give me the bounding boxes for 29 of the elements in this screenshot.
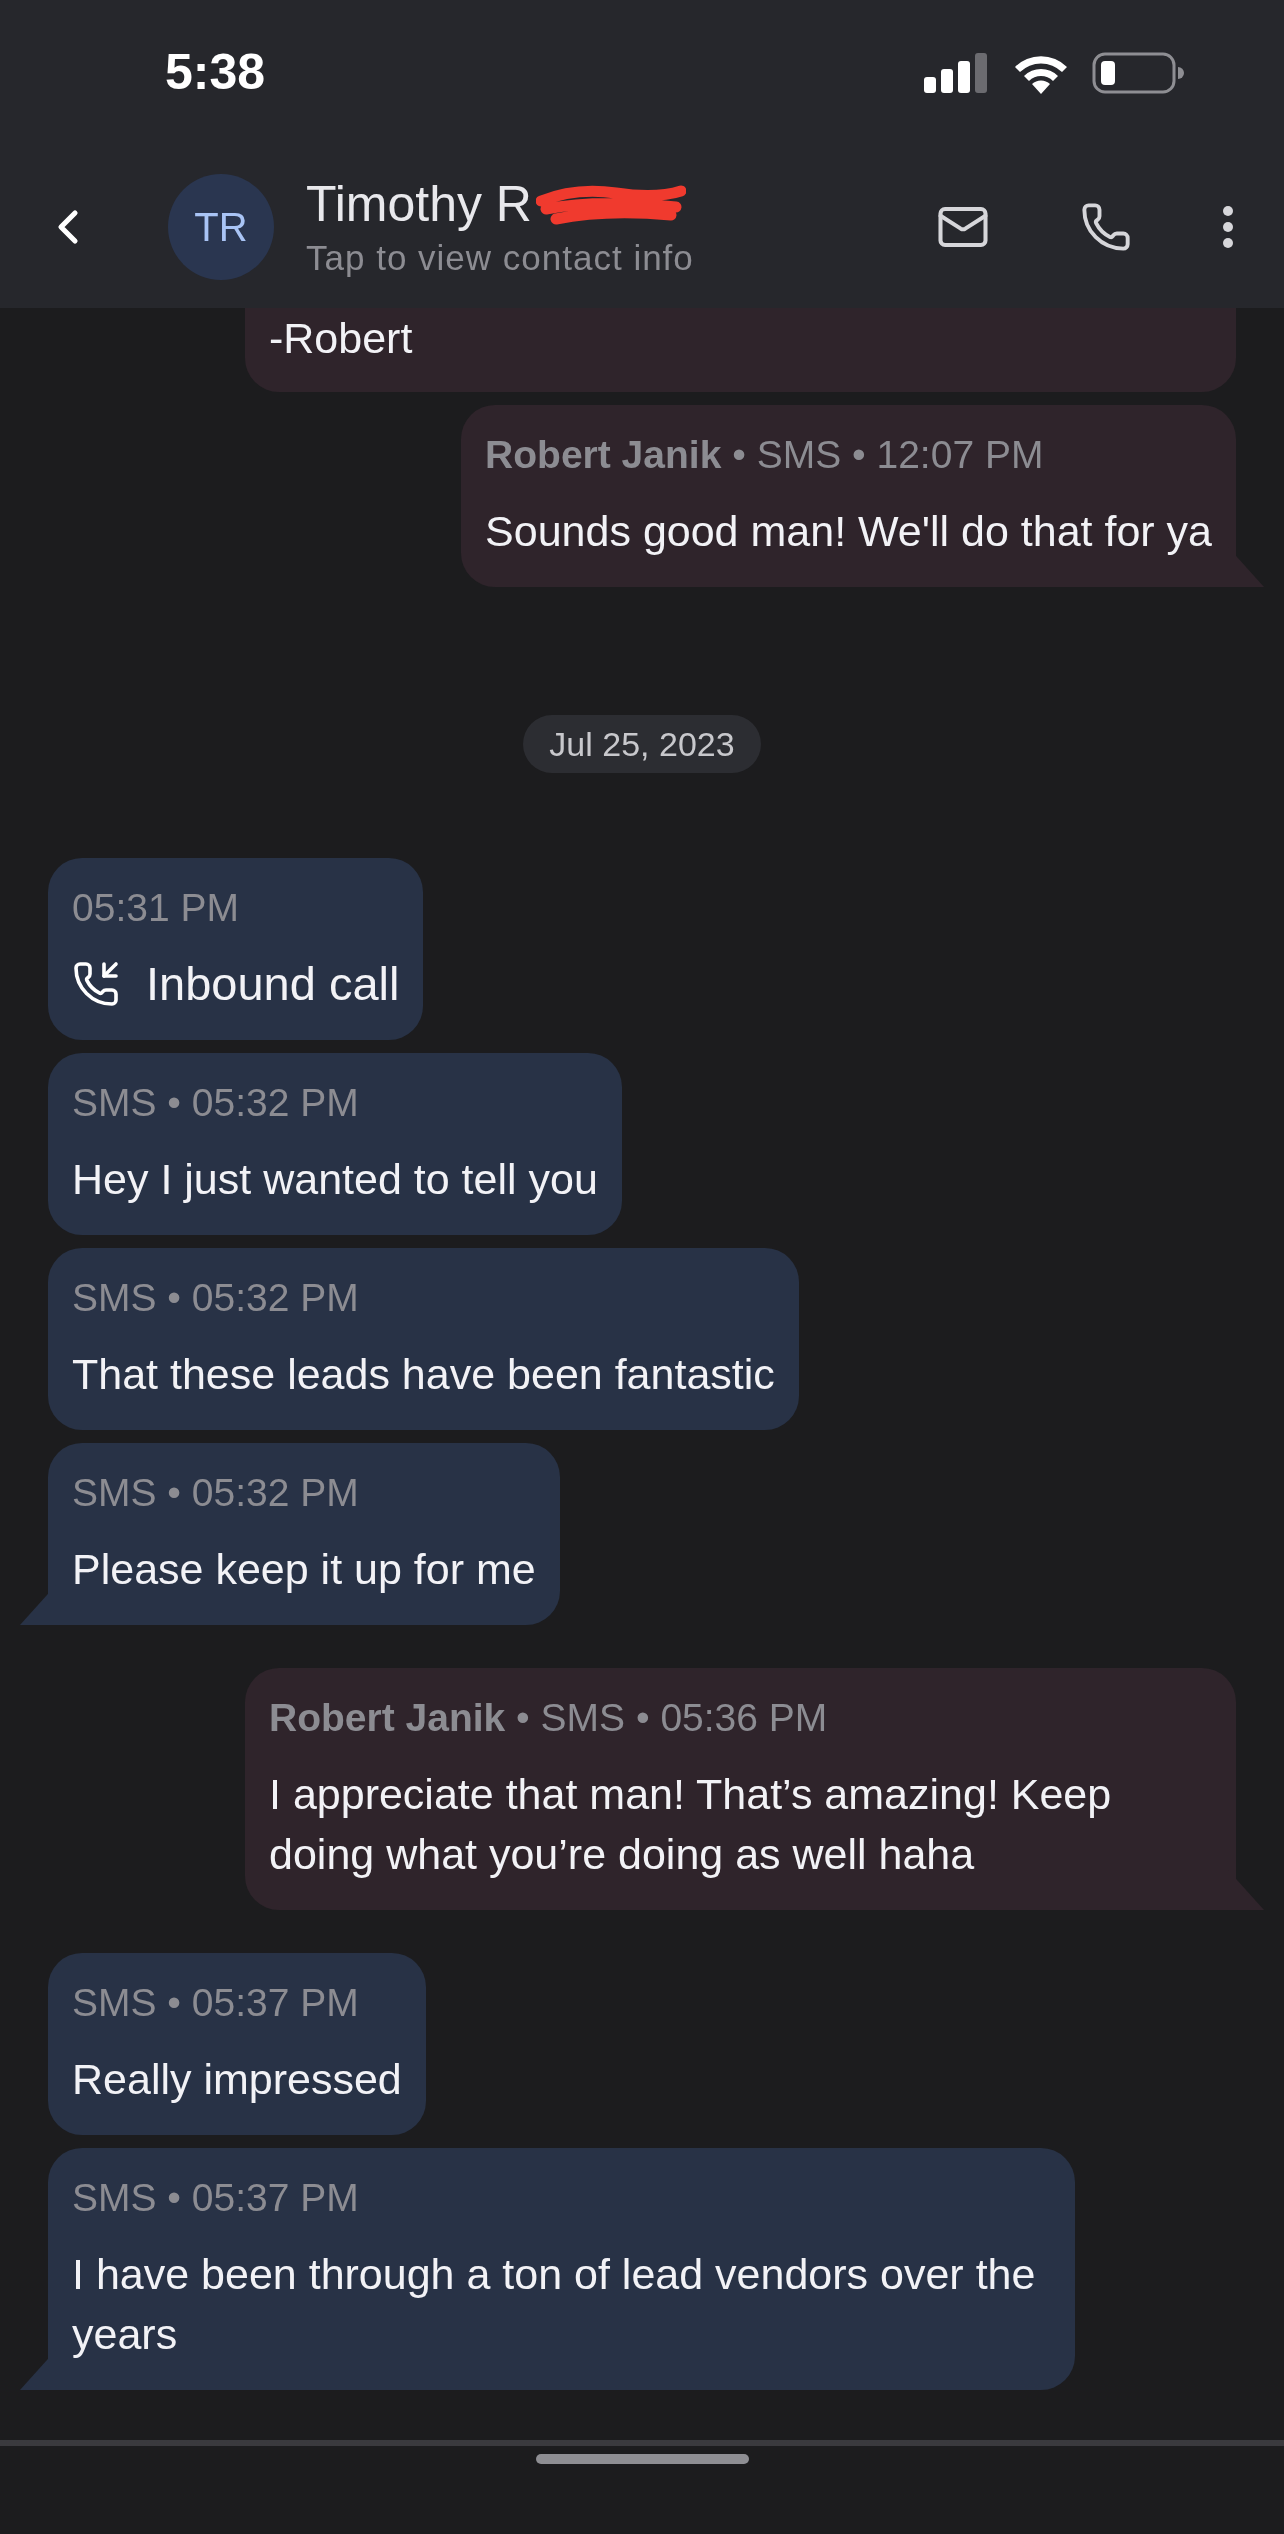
- contact-name[interactable]: Timothy R: [306, 172, 532, 235]
- message-text: Inbound call: [146, 956, 400, 1012]
- date-pill: Jul 25, 2023: [523, 715, 761, 773]
- message-text: That these leads have been fantastic: [72, 1349, 775, 1400]
- message-meta: SMS • 05:32 PM: [72, 1275, 360, 1321]
- call-button[interactable]: [1080, 200, 1132, 253]
- message-meta: SMS • 05:32 PM: [72, 1470, 360, 1516]
- signal-icon: [924, 52, 990, 93]
- message-text: Please keep it up for me: [72, 1544, 536, 1595]
- more-button[interactable]: [1222, 204, 1234, 249]
- status-time: 5:38: [165, 43, 266, 102]
- message-meta: SMS • 05:37 PM: [72, 1980, 360, 2026]
- message-meta: SMS • 05:37 PM: [72, 2175, 360, 2221]
- message-text: -Robert: [269, 313, 414, 364]
- contact-subtitle[interactable]: Tap to view contact info: [306, 234, 936, 281]
- contact-avatar[interactable]: TR: [168, 173, 274, 280]
- message-text: Really impressed: [72, 2054, 402, 2105]
- incoming-call-icon: [72, 960, 120, 1008]
- message-text: Hey I just wanted to tell you: [72, 1154, 598, 1205]
- phone-icon: [1080, 200, 1132, 253]
- battery-icon: [1092, 51, 1184, 94]
- message-meta: Robert Janik • SMS • 12:07 PM: [485, 432, 1045, 478]
- message-meta: SMS • 05:32 PM: [72, 1080, 360, 1126]
- message-text: I appreciate that man! That’s amazing! Keep doing what you’re doing as well haha: [269, 1769, 1113, 1880]
- message-text: I have been through a ton of lead vendors over the years: [72, 2249, 1037, 2360]
- message-meta: Robert Janik • SMS • 05:36 PM: [269, 1695, 829, 1741]
- message-meta: 05:31 PM: [72, 885, 240, 931]
- more-icon: [1222, 204, 1234, 249]
- message-text: Sounds good man! We'll do that for ya: [485, 506, 1212, 557]
